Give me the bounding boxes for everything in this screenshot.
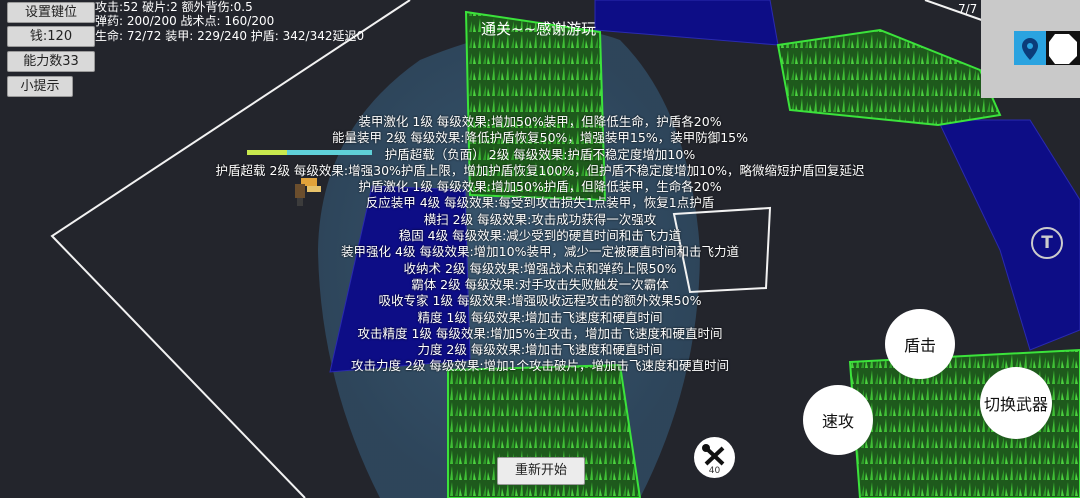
skill-line: 护盾超载（负面） 2级 每级效果:护盾不稳定度增加10% bbox=[384, 146, 696, 162]
skill-line: 能量装甲 2级 每级效果:降低护盾恢复50%，增强装甲15%，装甲防御15% bbox=[332, 130, 748, 146]
shield-attack-button[interactable]: 盾击 bbox=[885, 309, 955, 379]
quick-attack-button[interactable]: 速攻 bbox=[803, 385, 873, 455]
skill-line: 攻击力度 2级 每级效果:增加1个攻击破片，增加击飞速度和硬直时间 bbox=[350, 358, 730, 374]
tips-button[interactable]: 小提示 bbox=[7, 76, 73, 97]
skill-line: 装甲强化 4级 每级效果:增加10%装甲，减少一定被硬直时间和击飞力道 bbox=[341, 244, 739, 260]
minimap[interactable] bbox=[981, 0, 1080, 98]
skill-line: 反应装甲 4级 每级效果:每受到攻击损失1点装甲，恢复1点护盾 bbox=[365, 195, 715, 211]
ammo-stats: 弹药: 200/200 战术点: 160/200 bbox=[95, 14, 275, 28]
skill-line: 横扫 2级 每级效果:攻击成功获得一次强攻 bbox=[423, 211, 657, 227]
attack-stats: 攻击:52 破片:2 额外背伤:0.5 bbox=[95, 0, 253, 14]
restart-button[interactable]: 重新开始 bbox=[497, 457, 585, 485]
t-circle-icon[interactable]: T bbox=[1031, 227, 1063, 259]
health-stats: 生命: 72/72 装甲: 229/240 护盾: 342/342延迟0 bbox=[95, 29, 365, 43]
skill-line: 攻击精度 1级 每级效果:增加5%主攻击，增加击飞速度和硬直时间 bbox=[357, 325, 723, 341]
skill-list: 装甲激化 1级 每级效果:增加50%装甲，但降低生命，护盾各20% 能量装甲 2… bbox=[150, 114, 930, 375]
skill-line: 精度 1级 每级效果:增加击飞速度和硬直时间 bbox=[417, 309, 663, 325]
victory-title: 通关~~感谢游玩 bbox=[481, 20, 597, 38]
money-button[interactable]: 钱:120 bbox=[7, 26, 95, 47]
ability-count-button[interactable]: 能力数33 bbox=[7, 51, 95, 72]
skill-line: 霸体 2级 每级效果:对手攻击失败触发一次霸体 bbox=[411, 276, 669, 292]
skill-line: 装甲激化 1级 每级效果:增加50%装甲，但降低生命，护盾各20% bbox=[358, 114, 722, 129]
location-pin-icon bbox=[1014, 31, 1046, 65]
octagon-icon bbox=[1046, 31, 1080, 65]
tool-button[interactable]: 40 bbox=[694, 437, 735, 478]
tool-count: 40 bbox=[708, 466, 721, 476]
switch-weapon-button[interactable]: 切换武器 bbox=[980, 367, 1052, 439]
skill-line: 护盾激化 1级 每级效果:增加50%护盾，但降低装甲，生命各20% bbox=[358, 179, 722, 195]
skill-line: 收纳术 2级 每级效果:增强战术点和弹药上限50% bbox=[403, 260, 677, 276]
page-counter: 7/7 bbox=[958, 2, 978, 16]
skill-line: 吸收专家 1级 每级效果:增强吸收远程攻击的额外效果50% bbox=[378, 293, 702, 309]
skill-line: 护盾超载 2级 每级效果:增强30%护盾上限，增加护盾恢复100%，但护盾不稳定… bbox=[215, 162, 865, 178]
skill-line: 力度 2级 每级效果:增加击飞速度和硬直时间 bbox=[417, 342, 663, 358]
skill-line: 稳固 4级 每级效果:减少受到的硬直时间和击飞力道 bbox=[398, 228, 682, 244]
keybind-settings-button[interactable]: 设置键位 bbox=[7, 2, 95, 23]
